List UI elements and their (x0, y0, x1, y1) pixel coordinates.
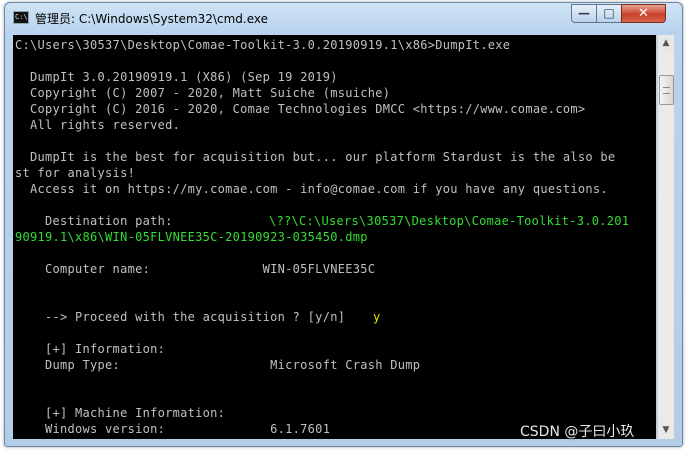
console-output[interactable]: C:\Users\30537\Desktop\Comae-Toolkit-3.0… (13, 35, 656, 439)
close-icon: ✕ (638, 6, 649, 21)
destination-label: Destination path: (15, 214, 173, 228)
grip-icon (663, 87, 670, 94)
console-line: Access it on https://my.comae.com - info… (15, 182, 608, 196)
computer-name-line: Computer name: WIN-05FLVNEE35C (15, 262, 376, 276)
cmd-app-icon[interactable]: C:\ (13, 11, 29, 24)
window-title: 管理员: C:\Windows\System32\cmd.exe (35, 12, 268, 26)
scroll-down-arrow-icon[interactable]: ▼ (658, 422, 674, 439)
console-line: [+] Information: (15, 342, 166, 356)
console-line: Copyright (C) 2016 - 2020, Comae Technol… (15, 102, 586, 116)
minimize-icon: — (578, 6, 590, 20)
vertical-scrollbar[interactable]: ▲ ▼ (657, 35, 674, 439)
console-line: DumpIt is the best for acquisition but..… (15, 150, 616, 164)
close-button[interactable]: ✕ (621, 4, 666, 23)
proceed-answer: y (373, 310, 381, 324)
scroll-up-arrow-icon[interactable]: ▲ (658, 35, 674, 52)
csdn-watermark: CSDN @子曰小玖 (520, 424, 635, 440)
maximize-button[interactable]: □ (596, 4, 622, 23)
destination-path-value: \??\C:\Users\30537\Desktop\Comae-Toolkit… (269, 214, 630, 228)
minimize-button[interactable]: — (571, 4, 597, 23)
console-line: C:\Users\30537\Desktop\Comae-Toolkit-3.0… (15, 38, 511, 52)
console-line: [+] Machine Information: (15, 406, 226, 420)
console-line: st for analysis! (15, 166, 136, 180)
cmd-window: C:\ 管理员: C:\Windows\System32\cmd.exe — □… (4, 2, 683, 447)
title-bar[interactable]: C:\ 管理员: C:\Windows\System32\cmd.exe — □… (5, 3, 682, 33)
destination-path-value-wrap: 90919.1\x86\WIN-05FLVNEE35C-20190923-035… (15, 230, 368, 244)
dump-type-line: Dump Type: Microsoft Crash Dump (15, 358, 421, 372)
console-line: DumpIt 3.0.20190919.1 (X86) (Sep 19 2019… (15, 70, 338, 84)
proceed-prompt: --> Proceed with the acquisition ? [y/n] (15, 310, 346, 324)
console-line: Copyright (C) 2007 - 2020, Matt Suiche (… (15, 86, 391, 100)
maximize-icon: □ (603, 6, 615, 20)
windows-version-line: Windows version: 6.1.7601 (15, 422, 331, 436)
console-line: All rights reserved. (15, 118, 181, 132)
scrollbar-thumb[interactable] (659, 75, 674, 105)
